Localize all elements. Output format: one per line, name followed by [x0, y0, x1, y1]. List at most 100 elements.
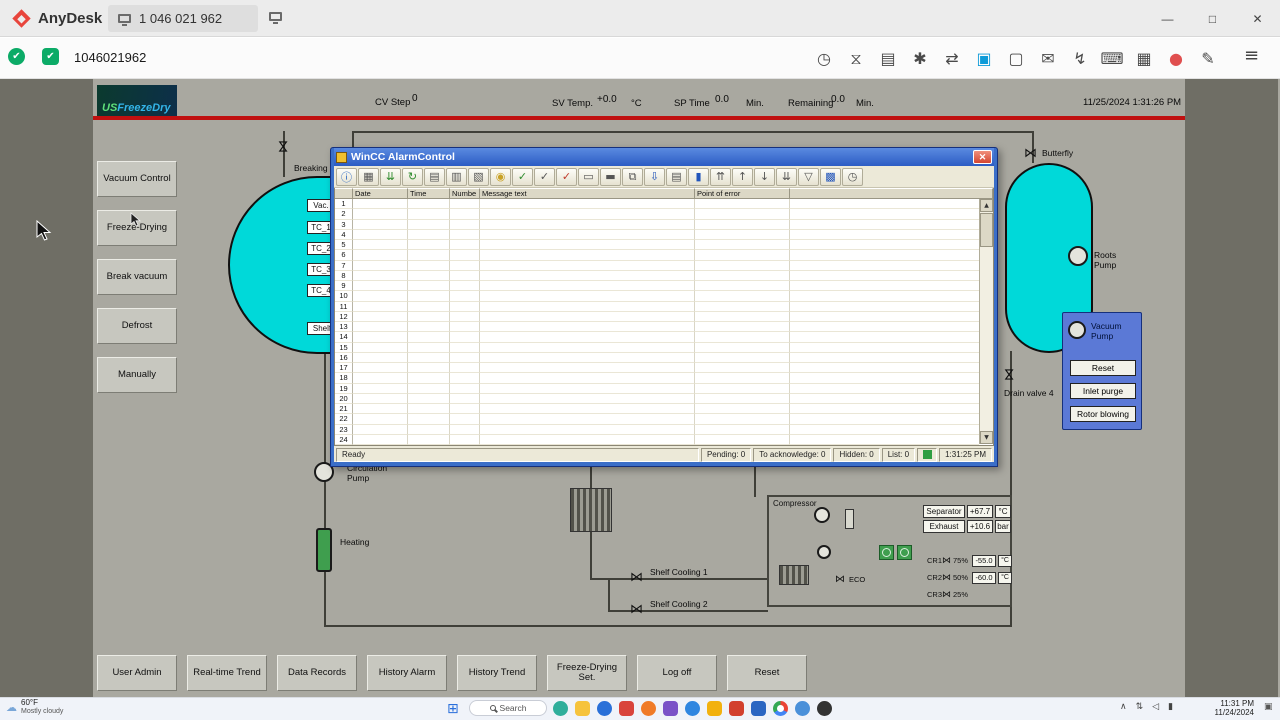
taskbar-app-1-icon[interactable]	[553, 701, 568, 716]
taskbar-firefox-icon[interactable]	[641, 701, 656, 716]
notification-icon[interactable]: ▣	[1264, 702, 1273, 712]
scada-bottom-button[interactable]: Real-time Trend	[187, 655, 267, 691]
filter-icon[interactable]: ▽	[798, 167, 819, 186]
alarm-row[interactable]: 17	[335, 363, 979, 374]
scrollbar-thumb[interactable]	[980, 213, 993, 247]
selection-icon[interactable]: ▩	[820, 167, 841, 186]
alarm-row[interactable]: 22	[335, 414, 979, 425]
alarm-row[interactable]: 8	[335, 270, 979, 281]
taskbar-app-2-icon[interactable]	[597, 701, 612, 716]
menu-icon[interactable]: ≡	[1244, 45, 1259, 66]
taskbar-app-3-icon[interactable]	[619, 701, 634, 716]
alarm-row[interactable]: 11	[335, 301, 979, 312]
taskbar-chrome-icon[interactable]	[773, 701, 788, 716]
scada-bottom-button[interactable]: Log off	[637, 655, 717, 691]
alarm-row[interactable]: 9	[335, 281, 979, 292]
alarm-row[interactable]: 13	[335, 322, 979, 333]
emergency-acknowledge-icon[interactable]: ✓	[556, 167, 577, 186]
taskbar-app-10-icon[interactable]	[817, 701, 832, 716]
alarm-row[interactable]: 16	[335, 352, 979, 363]
tray-chevron-icon[interactable]: ∧	[1120, 702, 1127, 712]
help-info-icon[interactable]: ⓘ	[336, 167, 357, 186]
column-header[interactable]: Date	[353, 188, 408, 199]
record-session-icon[interactable]: ●	[1164, 45, 1188, 73]
autoscroll-icon[interactable]: ⇊	[380, 167, 401, 186]
tray-volume-icon[interactable]: ◁	[1152, 702, 1159, 712]
alarm-row[interactable]: 14	[335, 332, 979, 343]
acknowledge-icon[interactable]: ✓	[512, 167, 533, 186]
alarm-row[interactable]: 19	[335, 383, 979, 394]
start-button[interactable]: ⊞	[447, 699, 459, 719]
chat-icon[interactable]: ✉	[1036, 45, 1060, 73]
refresh-icon[interactable]: ↻	[402, 167, 423, 186]
comment-icon[interactable]: ▮	[688, 167, 709, 186]
tray-network-icon[interactable]: ⇅	[1136, 702, 1144, 712]
taskbar-app-9-icon[interactable]	[795, 701, 810, 716]
configuration-icon[interactable]: ▦	[358, 167, 379, 186]
alarm-scrollbar[interactable]: ▲ ▼	[979, 199, 993, 444]
scada-bottom-button[interactable]: Data Records	[277, 655, 357, 691]
scada-bottom-button[interactable]: History Alarm	[367, 655, 447, 691]
hide-message-icon[interactable]: ▭	[578, 167, 599, 186]
lock-list-icon[interactable]: ◉	[490, 167, 511, 186]
alarm-row[interactable]: 3	[335, 219, 979, 230]
taskbar-clock[interactable]: 11:31 PM 11/24/2024	[1202, 699, 1254, 717]
scada-bottom-button[interactable]: User Admin	[97, 655, 177, 691]
scada-bottom-button[interactable]: History Trend	[457, 655, 537, 691]
taskbar-folder-icon[interactable]	[575, 701, 590, 716]
taskbar-search[interactable]: Search	[469, 700, 547, 716]
last-message-icon[interactable]: ⇊	[776, 167, 797, 186]
alarm-row[interactable]: 15	[335, 342, 979, 353]
vm-list-icon[interactable]: ▤	[876, 45, 900, 73]
alarm-row[interactable]: 6	[335, 250, 979, 261]
alarm-row[interactable]: 2	[335, 209, 979, 220]
alarm-row[interactable]: 7	[335, 260, 979, 271]
alarm-row[interactable]: 5	[335, 240, 979, 251]
alarm-row[interactable]: 20	[335, 393, 979, 404]
taskbar-app-4-icon[interactable]	[663, 701, 678, 716]
alarm-row[interactable]: 4	[335, 229, 979, 240]
message-list-icon[interactable]: ▤	[424, 167, 445, 186]
first-message-icon[interactable]: ⇈	[710, 167, 731, 186]
minimize-button[interactable]: —	[1145, 0, 1190, 37]
time-base-icon[interactable]: ◷	[842, 167, 863, 186]
connection-status-icon[interactable]: ✔	[8, 48, 25, 65]
column-header[interactable]: Numbe	[450, 188, 480, 199]
column-header[interactable]: Message text	[480, 188, 695, 199]
alarm-row[interactable]: 1	[335, 199, 979, 210]
permissions-status-icon[interactable]: ✔	[42, 48, 59, 65]
taskbar-app-8-icon[interactable]	[751, 701, 766, 716]
whiteboard-icon[interactable]: ✎	[1196, 45, 1220, 73]
previous-message-icon[interactable]: ↑	[732, 167, 753, 186]
scroll-down-button[interactable]: ▼	[980, 431, 993, 444]
long-term-list-icon[interactable]: ▧	[468, 167, 489, 186]
scada-nav-button[interactable]: Defrost	[97, 308, 177, 344]
session-duration-icon[interactable]: ⧖	[844, 45, 868, 73]
new-session-icon[interactable]	[269, 12, 282, 24]
taskbar-app-6-icon[interactable]	[707, 701, 722, 716]
alarm-row[interactable]: 12	[335, 311, 979, 322]
maximize-button[interactable]: □	[1190, 0, 1235, 37]
alarm-row[interactable]: 18	[335, 373, 979, 384]
alarm-row[interactable]: 24	[335, 434, 979, 445]
scada-bottom-button[interactable]: Freeze-Drying Set.	[547, 655, 627, 691]
vacuum-pump-button[interactable]: Reset	[1070, 360, 1136, 376]
short-term-list-icon[interactable]: ▥	[446, 167, 467, 186]
close-button[interactable]: ✕	[1235, 0, 1280, 37]
taskbar-weather-widget[interactable]: ☁ 60°F Mostly cloudy	[6, 698, 63, 715]
scada-bottom-button[interactable]: Reset	[727, 655, 807, 691]
speed-mode-icon[interactable]: ◷	[812, 45, 836, 73]
scroll-up-button[interactable]: ▲	[980, 199, 993, 212]
permissions-icon[interactable]: ▦	[1132, 45, 1156, 73]
copy-icon[interactable]: ⧉	[622, 167, 643, 186]
alarm-close-button[interactable]: ✕	[973, 150, 992, 164]
alarm-row[interactable]: 10	[335, 291, 979, 302]
column-header[interactable]: Point of error	[695, 188, 790, 199]
column-header[interactable]	[335, 188, 353, 199]
alarm-window-titlebar[interactable]: WinCC AlarmControl ✕	[334, 148, 994, 166]
file-transfer-icon[interactable]: ⇄	[940, 45, 964, 73]
unhide-message-icon[interactable]: ▬	[600, 167, 621, 186]
scada-nav-button[interactable]: Vacuum Control	[97, 161, 177, 197]
taskbar-app-7-icon[interactable]	[729, 701, 744, 716]
keyboard-settings-icon[interactable]: ⌨	[1100, 45, 1124, 73]
